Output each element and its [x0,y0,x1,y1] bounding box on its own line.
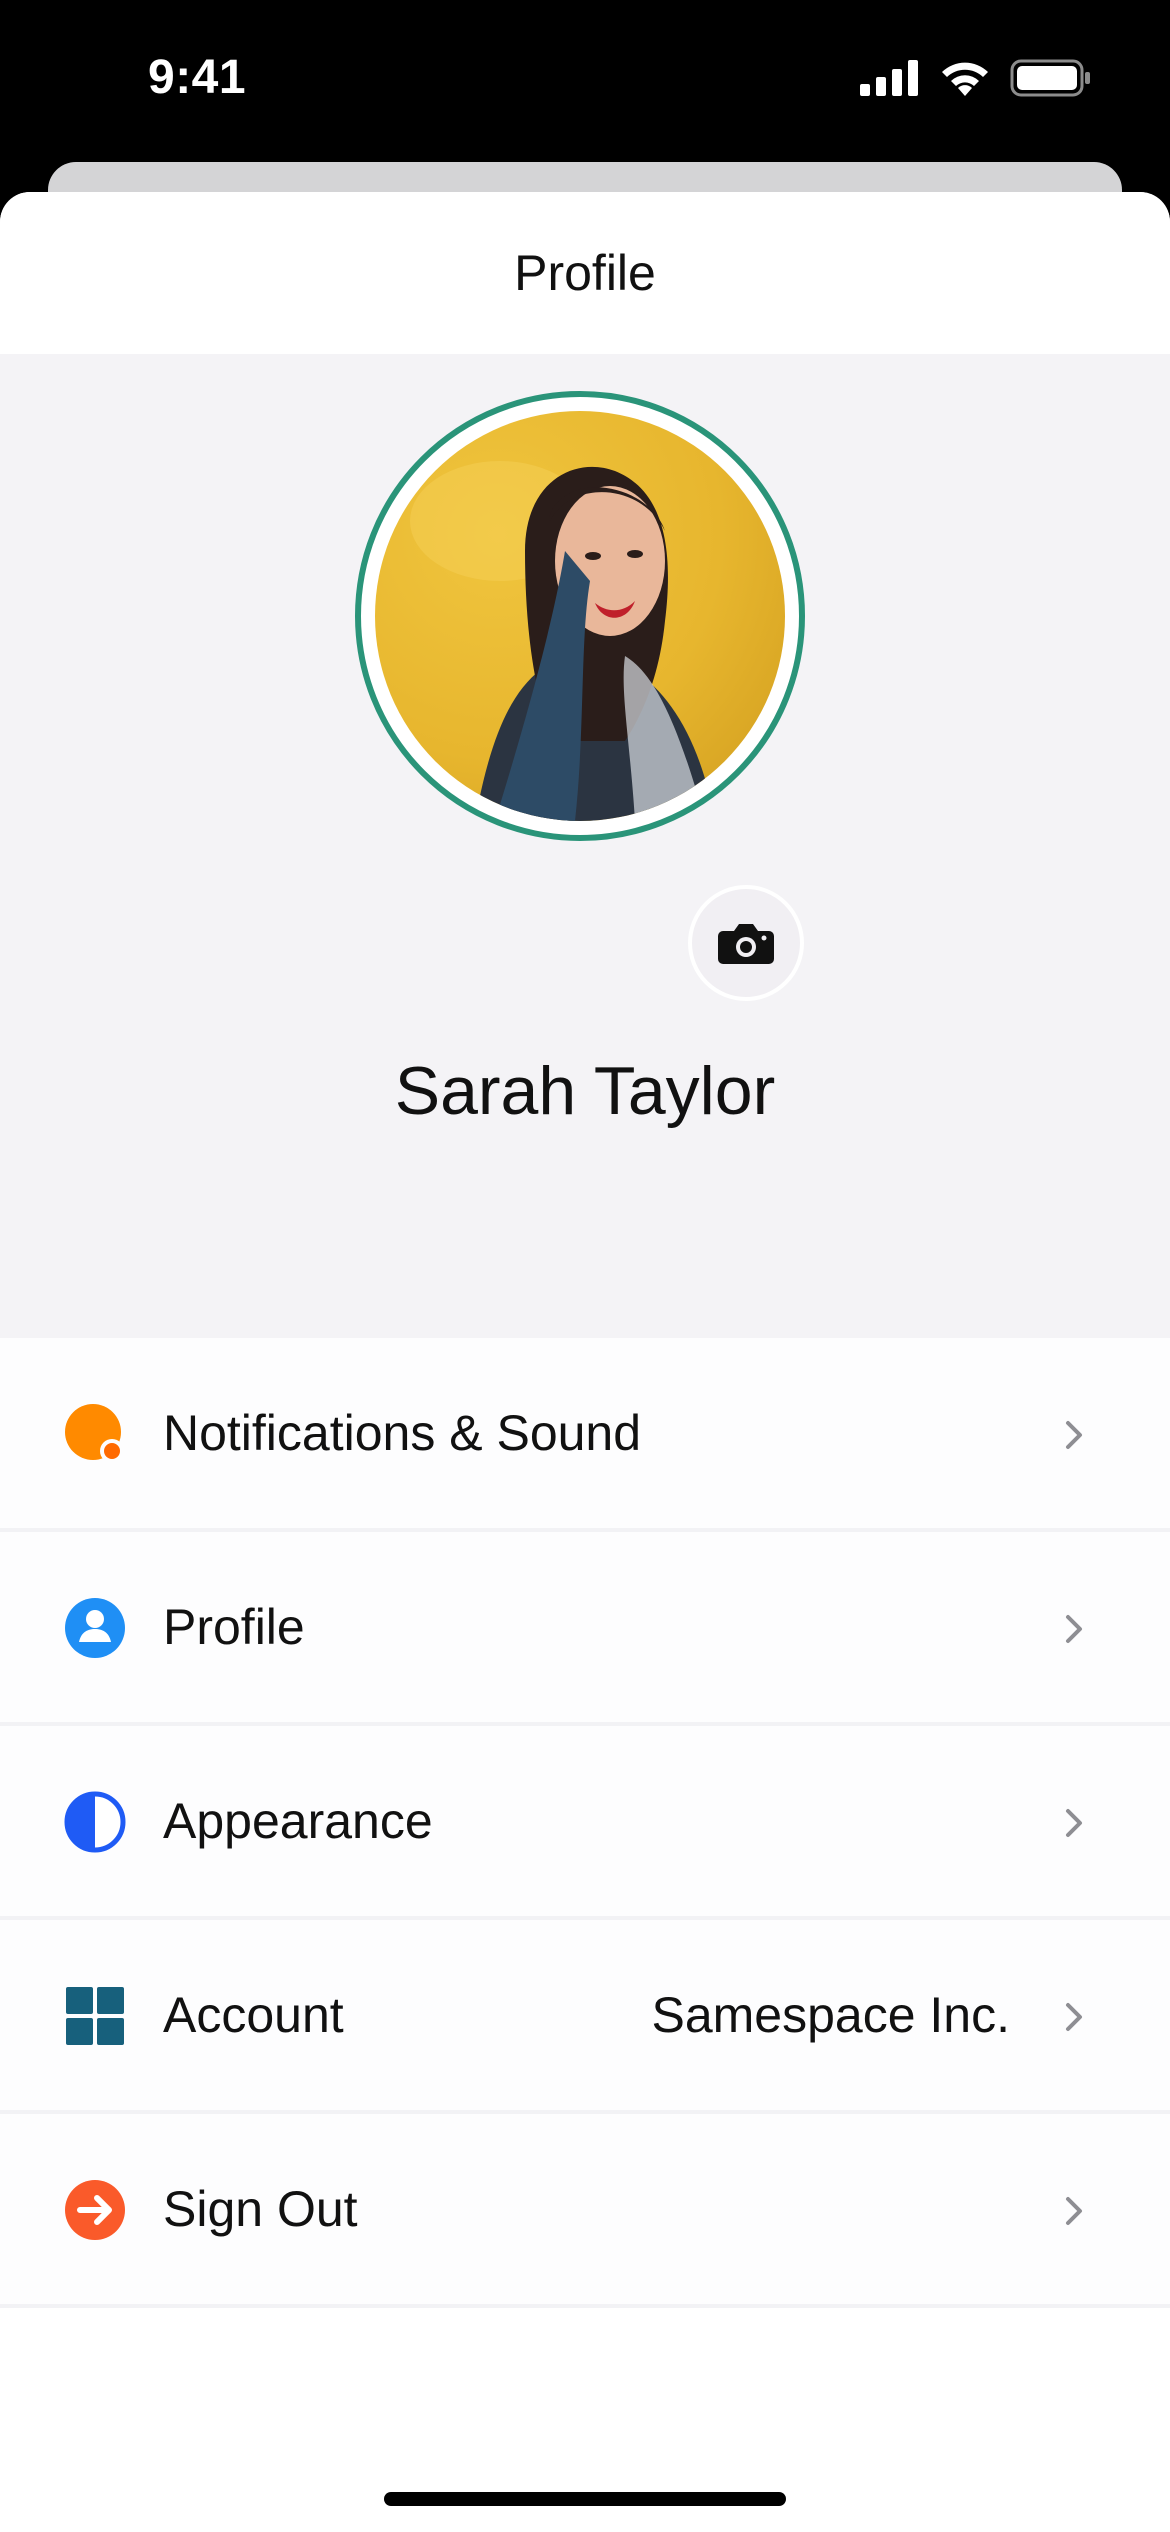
chevron-right-icon [1066,1809,1082,1837]
chevron-right-icon [1066,1421,1082,1449]
cellular-signal-icon [860,60,918,96]
account-grid-icon [66,1987,124,2045]
battery-icon [1010,59,1090,97]
chevron-right-icon [1066,1615,1082,1643]
navigation-bar: Profile [0,192,1170,354]
menu-item-sign-out[interactable]: Sign Out [0,2114,1170,2308]
change-photo-button[interactable] [688,885,804,1001]
page-title: Profile [514,245,656,301]
menu-item-label: Appearance [163,1793,433,1849]
camera-icon [718,924,774,964]
wifi-icon [942,62,988,96]
chevron-right-icon [1066,2003,1082,2031]
portrait-illustration [410,461,715,821]
profile-icon [65,1598,125,1658]
menu-item-profile[interactable]: Profile [0,1532,1170,1726]
sign-out-icon [65,2180,125,2240]
menu-item-label: Profile [163,1599,305,1655]
home-indicator[interactable] [384,2492,786,2506]
menu-item-label: Notifications & Sound [163,1405,642,1461]
notifications-icon [65,1404,124,1463]
account-organization-value: Samespace Inc. [651,1987,1010,2043]
menu-item-appearance[interactable]: Appearance [0,1726,1170,1920]
avatar-photo [375,411,785,821]
avatar[interactable] [355,391,805,841]
appearance-icon [64,1791,126,1853]
user-name: Sarah Taylor [394,1053,776,1129]
status-bar: 9:41 [0,0,1170,160]
menu-item-label: Account [163,1987,344,2043]
chevron-right-icon [1066,2197,1082,2225]
menu-item-label: Sign Out [163,2181,358,2237]
status-icons [860,58,1092,98]
menu-item-account[interactable]: Account Samespace Inc. [0,1920,1170,2114]
menu-item-notifications[interactable]: Notifications & Sound [0,1338,1170,1532]
status-time: 9:41 [148,51,247,104]
settings-menu: Notifications & Sound Profile Appearance [0,1338,1170,2308]
